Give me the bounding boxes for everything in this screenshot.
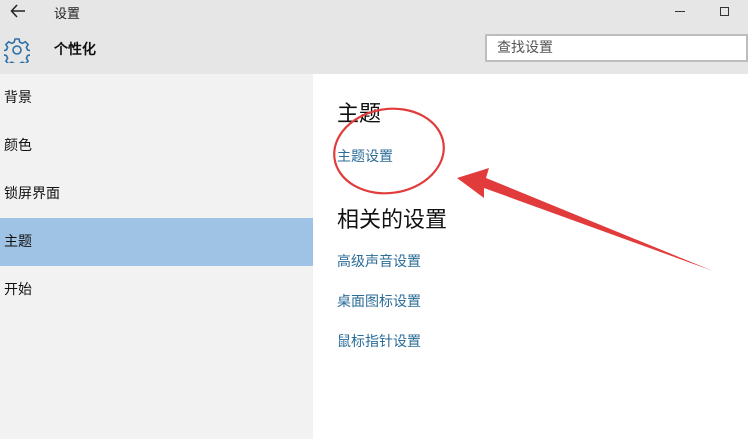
back-arrow-icon xyxy=(10,4,25,18)
related-settings-heading: 相关的设置 xyxy=(337,208,448,233)
maximize-button[interactable] xyxy=(706,0,742,22)
page-title: 个性化 xyxy=(54,42,96,58)
settings-window: 设置 个性化 背景 颜色 锁屏界面 主题 开始 主题 主题设置 相关的设置 高级… xyxy=(0,0,748,439)
desktop-icon-settings-link[interactable]: 桌面图标设置 xyxy=(337,291,421,311)
mouse-pointer-settings-link[interactable]: 鼠标指针设置 xyxy=(337,331,421,351)
theme-heading: 主题 xyxy=(337,102,382,127)
search-input[interactable] xyxy=(485,34,748,62)
sidebar-item-lock-screen[interactable]: 锁屏界面 xyxy=(0,170,313,218)
page-header: 个性化 xyxy=(0,24,748,74)
sidebar-item-start[interactable]: 开始 xyxy=(0,266,313,314)
advanced-sound-settings-link[interactable]: 高级声音设置 xyxy=(337,251,421,271)
window-title: 设置 xyxy=(54,7,81,22)
theme-settings-link[interactable]: 主题设置 xyxy=(337,146,393,166)
sidebar: 背景 颜色 锁屏界面 主题 开始 xyxy=(0,74,313,439)
maximize-icon xyxy=(719,6,729,16)
back-button[interactable] xyxy=(8,1,28,21)
sidebar-item-colors[interactable]: 颜色 xyxy=(0,122,313,170)
minimize-button[interactable] xyxy=(662,0,698,22)
title-bar: 设置 xyxy=(0,0,748,24)
sidebar-item-background[interactable]: 背景 xyxy=(0,74,313,122)
main-content: 主题 主题设置 相关的设置 高级声音设置 桌面图标设置 鼠标指针设置 xyxy=(313,74,748,439)
sidebar-item-themes[interactable]: 主题 xyxy=(0,218,313,266)
gear-icon xyxy=(4,38,30,63)
minimize-icon xyxy=(675,10,685,12)
